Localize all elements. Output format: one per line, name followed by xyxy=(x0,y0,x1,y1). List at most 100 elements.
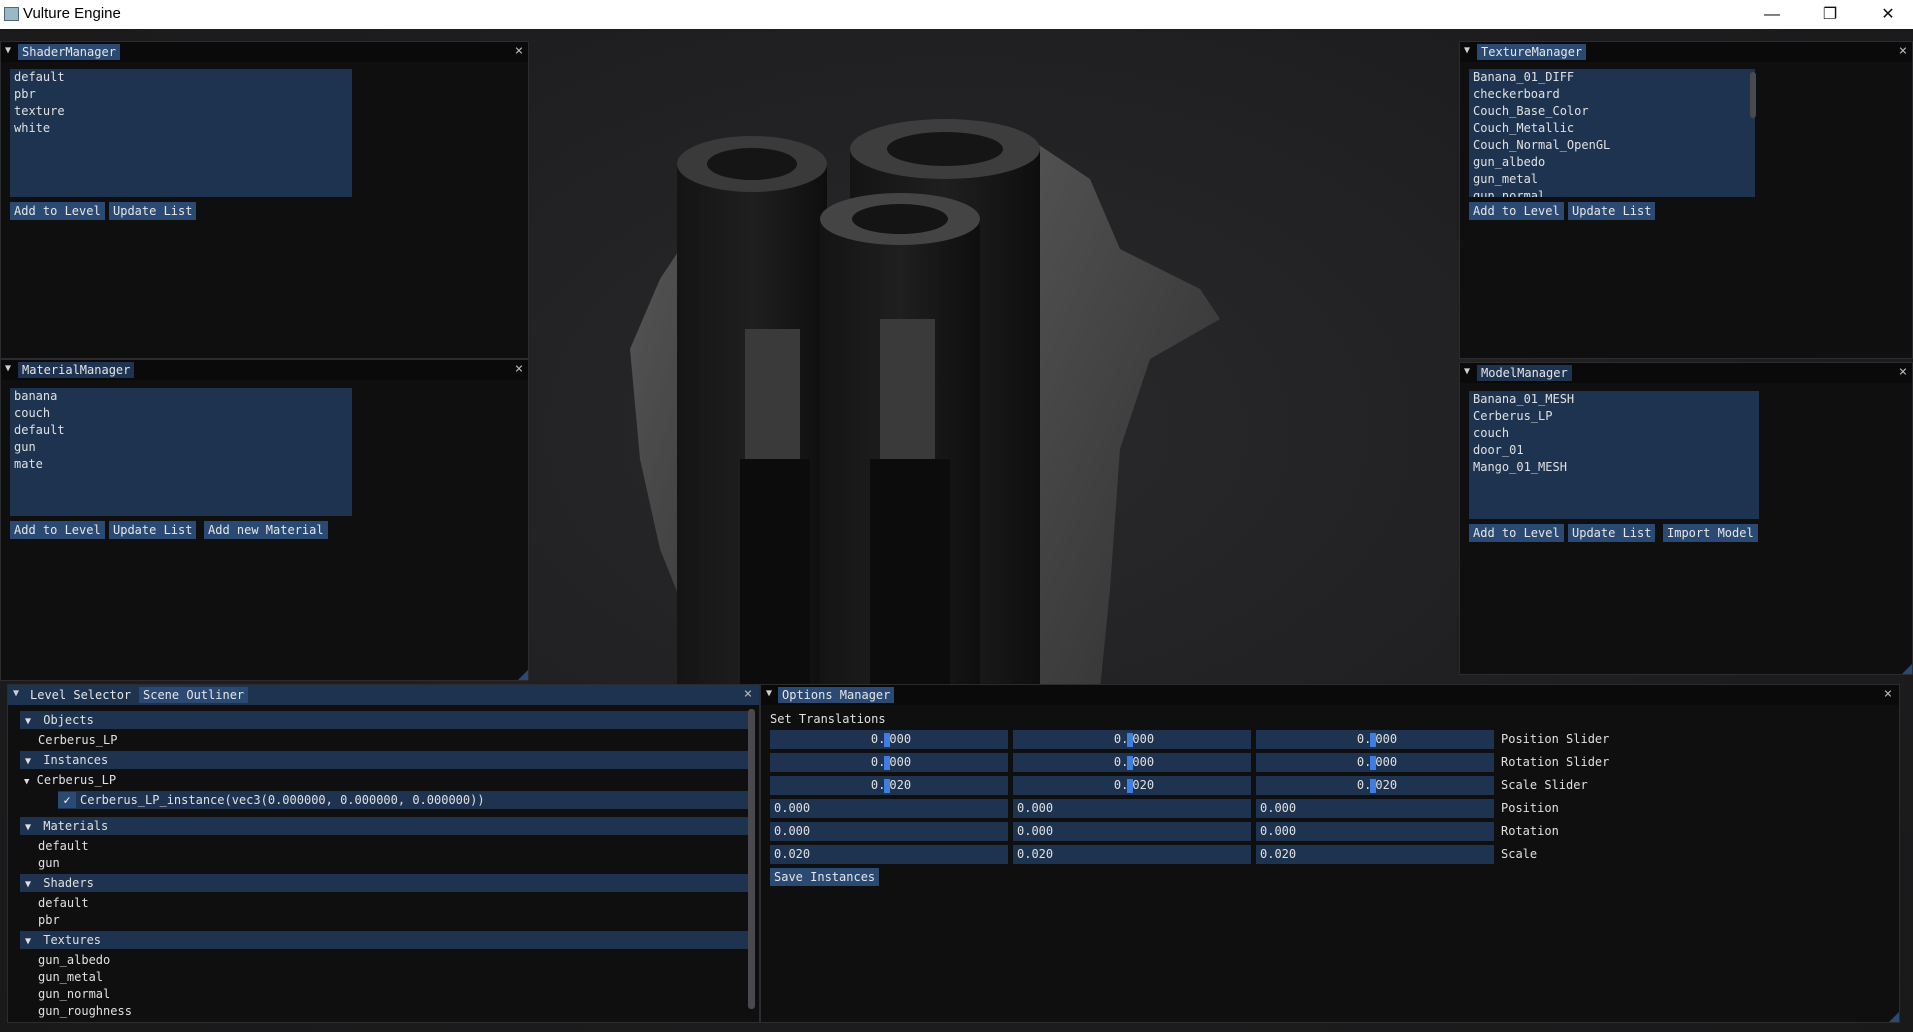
add-to-level-button[interactable]: Add to Level xyxy=(1469,524,1564,542)
rotation-z-slider[interactable]: 0. 000 xyxy=(1256,753,1494,772)
resize-grip[interactable] xyxy=(1902,664,1912,674)
tree-header-instances[interactable]: ▼ Instances xyxy=(20,751,748,769)
tab-level-selector[interactable]: Level Selector xyxy=(26,687,135,703)
position-y-slider[interactable]: 0. 000 xyxy=(1013,730,1251,749)
add-new-material-button[interactable]: Add new Material xyxy=(204,521,328,539)
tree-item[interactable]: pbr xyxy=(38,911,60,929)
material-list[interactable]: banana couch default gun mate xyxy=(10,388,352,516)
tab-shader-manager[interactable]: ShaderManager xyxy=(18,44,120,60)
tab-material-manager[interactable]: MaterialManager xyxy=(18,362,135,378)
list-item[interactable]: mate xyxy=(10,456,352,473)
scale-x-input[interactable]: 0.020 xyxy=(770,845,1008,864)
position-z-input[interactable]: 0.000 xyxy=(1256,799,1494,818)
tree-item[interactable]: gun xyxy=(38,854,60,872)
add-to-level-button[interactable]: Add to Level xyxy=(10,521,105,539)
tree-item[interactable]: default xyxy=(38,837,89,855)
scale-x-slider[interactable]: 0. 020 xyxy=(770,776,1008,795)
shader-list[interactable]: default pbr texture white xyxy=(10,69,352,197)
list-item[interactable]: gun_metal xyxy=(1469,171,1755,188)
resize-grip[interactable] xyxy=(518,670,528,680)
rotation-x-slider[interactable]: 0. 000 xyxy=(770,753,1008,772)
list-item[interactable]: gun_albedo xyxy=(1469,154,1755,171)
tab-model-manager[interactable]: ModelManager xyxy=(1477,365,1572,381)
tab-options-manager[interactable]: Options Manager xyxy=(778,687,895,703)
list-item[interactable]: checkerboard xyxy=(1469,86,1755,103)
tree-node-instance-group[interactable]: ▼ Cerberus_LP xyxy=(24,771,116,789)
tree-item[interactable]: gun_roughness xyxy=(38,1002,132,1020)
add-to-level-button[interactable]: Add to Level xyxy=(1469,202,1564,220)
tree-item[interactable]: default xyxy=(38,894,89,912)
list-item[interactable]: Couch_Base_Color xyxy=(1469,103,1755,120)
list-item[interactable]: texture xyxy=(10,103,352,120)
close-icon[interactable]: × xyxy=(741,686,755,702)
scale-z-slider[interactable]: 0. 020 xyxy=(1256,776,1494,795)
list-item[interactable]: Couch_Metallic xyxy=(1469,120,1755,137)
tree-item[interactable]: gun_metal xyxy=(38,968,103,986)
expand-icon: ▼ xyxy=(24,777,30,787)
model-list[interactable]: Banana_01_MESH Cerberus_LP couch door_01… xyxy=(1469,391,1759,519)
collapse-icon[interactable]: ▼ xyxy=(766,688,776,700)
position-x-input[interactable]: 0.000 xyxy=(770,799,1008,818)
list-item[interactable]: banana xyxy=(10,388,352,405)
list-item[interactable]: Cerberus_LP xyxy=(1469,408,1759,425)
list-item[interactable]: Mango_01_MESH xyxy=(1469,459,1759,476)
rotation-z-input[interactable]: 0.000 xyxy=(1256,822,1494,841)
scrollbar-thumb[interactable] xyxy=(748,709,755,1009)
close-icon[interactable]: × xyxy=(1896,364,1910,380)
tree-header-materials[interactable]: ▼ Materials xyxy=(20,817,748,835)
rotation-y-input[interactable]: 0.000 xyxy=(1013,822,1251,841)
list-item[interactable]: Banana_01_DIFF xyxy=(1469,69,1755,86)
update-list-button[interactable]: Update List xyxy=(1568,524,1656,542)
list-item[interactable]: pbr xyxy=(10,86,352,103)
save-instances-button[interactable]: Save Instances xyxy=(770,868,880,886)
rotation-y-slider[interactable]: 0. 000 xyxy=(1013,753,1251,772)
list-item[interactable]: Couch_Normal_OpenGL xyxy=(1469,137,1755,154)
close-icon[interactable]: × xyxy=(512,43,526,59)
tree-item[interactable]: Cerberus_LP xyxy=(38,731,117,749)
list-item[interactable]: gun xyxy=(10,439,352,456)
list-item[interactable]: default xyxy=(10,422,352,439)
tree-header-textures[interactable]: ▼ Textures xyxy=(20,931,748,949)
tree-header-shaders[interactable]: ▼ Shaders xyxy=(20,874,748,892)
checkmark-icon[interactable]: ✓ xyxy=(58,792,76,808)
resize-grip[interactable] xyxy=(1889,1012,1899,1022)
position-x-slider[interactable]: 0. 000 xyxy=(770,730,1008,749)
update-list-button[interactable]: Update List xyxy=(1568,202,1656,220)
close-icon[interactable]: × xyxy=(1881,686,1895,702)
tab-texture-manager[interactable]: TextureManager xyxy=(1477,44,1587,60)
collapse-icon[interactable]: ▼ xyxy=(5,45,15,57)
tree-header-objects[interactable]: ▼ Objects xyxy=(20,711,748,729)
position-z-slider[interactable]: 0. 000 xyxy=(1256,730,1494,749)
close-icon[interactable]: × xyxy=(1896,43,1910,59)
tree-item[interactable]: gun_albedo xyxy=(38,951,110,969)
list-item[interactable]: white xyxy=(10,120,352,137)
update-list-button[interactable]: Update List xyxy=(109,521,197,539)
scale-z-input[interactable]: 0.020 xyxy=(1256,845,1494,864)
list-item[interactable]: couch xyxy=(1469,425,1759,442)
close-window-button[interactable]: ✕ xyxy=(1859,0,1913,29)
restore-button[interactable]: ❐ xyxy=(1801,0,1859,29)
import-model-button[interactable]: Import Model xyxy=(1663,524,1758,542)
list-item[interactable]: gun_normal xyxy=(1469,188,1755,197)
collapse-icon[interactable]: ▼ xyxy=(1464,45,1474,57)
list-item[interactable]: couch xyxy=(10,405,352,422)
tree-item[interactable]: gun_normal xyxy=(38,985,110,1003)
list-item[interactable]: door_01 xyxy=(1469,442,1759,459)
collapse-icon[interactable]: ▼ xyxy=(1464,366,1474,378)
collapse-icon[interactable]: ▼ xyxy=(13,688,23,700)
tab-scene-outliner[interactable]: Scene Outliner xyxy=(139,687,249,703)
list-item[interactable]: default xyxy=(10,69,352,86)
list-item[interactable]: Banana_01_MESH xyxy=(1469,391,1759,408)
collapse-icon[interactable]: ▼ xyxy=(5,363,15,375)
close-icon[interactable]: × xyxy=(512,361,526,377)
minimize-button[interactable]: — xyxy=(1743,0,1801,29)
scale-y-input[interactable]: 0.020 xyxy=(1013,845,1251,864)
scrollbar-thumb[interactable] xyxy=(1750,72,1756,118)
scale-y-slider[interactable]: 0. 020 xyxy=(1013,776,1251,795)
update-list-button[interactable]: Update List xyxy=(109,202,197,220)
position-y-input[interactable]: 0.000 xyxy=(1013,799,1251,818)
add-to-level-button[interactable]: Add to Level xyxy=(10,202,105,220)
rotation-x-input[interactable]: 0.000 xyxy=(770,822,1008,841)
tree-item-instance[interactable]: ✓ Cerberus_LP_instance(vec3(0.000000, 0.0… xyxy=(58,791,748,809)
texture-list[interactable]: Banana_01_DIFF checkerboard Couch_Base_C… xyxy=(1469,69,1755,197)
